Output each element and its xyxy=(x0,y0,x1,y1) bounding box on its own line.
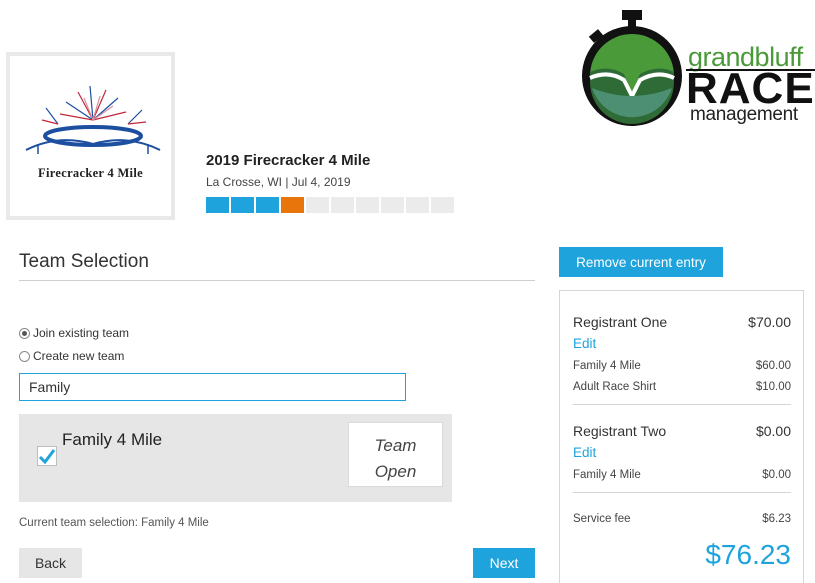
line-item-amount: $0.00 xyxy=(762,469,791,481)
edit-registrant-two-link[interactable]: Edit xyxy=(573,445,596,460)
line-item-label: Family 4 Mile xyxy=(573,469,641,481)
event-logo: Firecracker 4 Mile xyxy=(6,52,175,220)
team-status-line2: Open xyxy=(374,462,417,481)
progress-step xyxy=(331,197,354,213)
team-search-input[interactable] xyxy=(19,373,406,401)
section-divider xyxy=(19,280,535,281)
fireworks-icon xyxy=(25,85,161,154)
order-total: $76.23 xyxy=(705,539,791,570)
team-status-badge: Team Open xyxy=(348,422,443,487)
line-item-label: Adult Race Shirt xyxy=(573,381,657,393)
progress-step xyxy=(256,197,279,213)
event-subtitle: La Crosse, WI | Jul 4, 2019 xyxy=(206,175,351,189)
line-item-label: Family 4 Mile xyxy=(573,360,641,372)
progress-step xyxy=(306,197,329,213)
line-item-amount: $10.00 xyxy=(755,381,791,393)
service-fee-amount: $6.23 xyxy=(762,513,791,525)
team-name: Family 4 Mile xyxy=(62,430,163,449)
progress-step xyxy=(381,197,404,213)
service-fee-row: Service fee $6.23 xyxy=(573,513,791,525)
stopwatch-icon xyxy=(582,10,682,126)
event-logo-text: Firecracker 4 Mile xyxy=(38,166,143,180)
line-item: Family 4 Mile $60.00 xyxy=(573,360,791,372)
brand-name-line3: management xyxy=(690,104,798,125)
registrant-name: Registrant One xyxy=(573,314,668,330)
section-title: Team Selection xyxy=(19,251,149,272)
brand-logo: grandbluff RACE management xyxy=(578,6,815,136)
service-fee-label: Service fee xyxy=(573,513,631,525)
team-result-card[interactable]: Family 4 Mile Team Open xyxy=(19,414,452,502)
progress-step xyxy=(406,197,429,213)
radio-label: Create new team xyxy=(33,349,125,363)
registrant-row: Registrant One $70.00 xyxy=(573,314,791,330)
line-item-amount: $60.00 xyxy=(755,360,791,372)
order-summary: Registrant One $70.00 Edit Family 4 Mile… xyxy=(559,290,804,583)
registration-progress-bar xyxy=(206,197,454,213)
summary-divider xyxy=(573,492,791,493)
registrant-amount: $0.00 xyxy=(755,423,791,439)
team-status-line1: Team xyxy=(374,436,417,455)
remove-entry-button[interactable]: Remove current entry xyxy=(559,247,723,277)
checkmark-icon xyxy=(38,449,56,464)
registrant-amount: $70.00 xyxy=(748,314,791,330)
registrant-row: Registrant Two $0.00 xyxy=(573,423,791,439)
event-title: 2019 Firecracker 4 Mile xyxy=(206,152,371,169)
progress-step xyxy=(206,197,229,213)
back-button[interactable]: Back xyxy=(19,548,82,578)
progress-step xyxy=(431,197,454,213)
radio-label: Join existing team xyxy=(33,326,130,340)
progress-step xyxy=(281,197,304,213)
line-item: Family 4 Mile $0.00 xyxy=(573,469,791,481)
radio-join-existing-team[interactable]: Join existing team xyxy=(19,326,129,340)
radio-selected-icon[interactable] xyxy=(19,327,30,339)
progress-step xyxy=(356,197,379,213)
next-button[interactable]: Next xyxy=(473,548,535,578)
summary-divider xyxy=(573,404,791,405)
registrant-name: Registrant Two xyxy=(573,423,667,439)
current-team-selection: Current team selection: Family 4 Mile xyxy=(19,517,209,529)
progress-step xyxy=(231,197,254,213)
edit-registrant-one-link[interactable]: Edit xyxy=(573,336,596,351)
radio-create-new-team[interactable]: Create new team xyxy=(19,349,124,363)
radio-unselected-icon[interactable] xyxy=(19,350,30,362)
team-checkbox[interactable] xyxy=(37,446,57,466)
line-item: Adult Race Shirt $10.00 xyxy=(573,381,791,393)
